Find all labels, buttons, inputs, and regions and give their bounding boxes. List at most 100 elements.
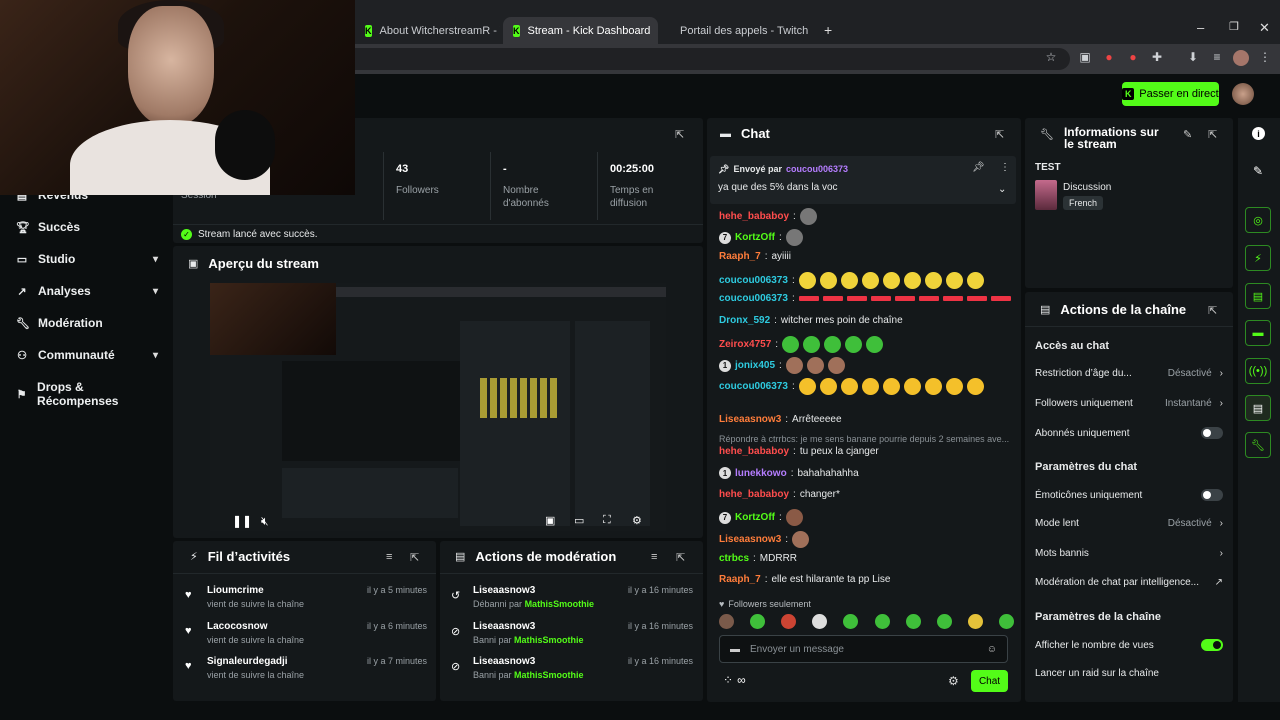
quick-emote-icon[interactable]: [905, 614, 921, 629]
profile-avatar-icon[interactable]: [1233, 50, 1249, 66]
chat-username[interactable]: Liseaasnow3: [719, 414, 781, 425]
popout-icon[interactable]: ⇱: [1208, 128, 1217, 141]
close-window-icon[interactable]: ✕: [1259, 20, 1270, 36]
quick-emote-icon[interactable]: [936, 614, 952, 629]
popout-icon[interactable]: ⇱: [410, 551, 419, 564]
quick-emote-icon[interactable]: [719, 614, 734, 629]
slow-mode-row[interactable]: Mode lent Désactivé ›: [1035, 518, 1223, 529]
infinity-icon[interactable]: ∞: [737, 673, 746, 687]
moderator-name[interactable]: MathisSmoothie: [514, 670, 584, 680]
activity-user[interactable]: Signaleurdegadji: [207, 656, 304, 667]
fullscreen-icon[interactable]: ⛶: [603, 514, 611, 527]
puzzle-icon[interactable]: ✚: [1149, 50, 1165, 66]
quick-emote-icon[interactable]: [874, 614, 890, 629]
chat-settings-gear-icon[interactable]: ⚙: [948, 674, 959, 688]
chat-username[interactable]: KortzOff: [735, 232, 775, 243]
info-icon[interactable]: i: [1252, 127, 1265, 140]
dots-icon[interactable]: ⁘: [723, 673, 733, 687]
sidebar-item-communaute[interactable]: ⚇ Communauté ▾: [16, 348, 158, 362]
show-views-toggle[interactable]: [1201, 639, 1223, 651]
browser-tab-twitch[interactable]: Portail des appels - Twitch ✕: [662, 17, 817, 44]
chat-username[interactable]: jonix405: [735, 360, 775, 371]
new-tab-button[interactable]: +: [824, 22, 832, 38]
media-icon[interactable]: ≡: [1209, 50, 1225, 66]
bookmark-star-icon[interactable]: ☆: [1043, 50, 1059, 66]
chat-username[interactable]: Raaph_7: [719, 574, 761, 585]
send-chat-button[interactable]: Chat: [971, 670, 1008, 692]
chat-username[interactable]: hehe_bababoy: [719, 446, 789, 457]
unpin-icon[interactable]: 📌︎: [972, 162, 985, 173]
rail-button-target[interactable]: ◎: [1245, 207, 1271, 233]
chat-username[interactable]: ctrbcs: [719, 553, 749, 564]
chat-username[interactable]: KortzOff: [735, 512, 775, 523]
subs-only-toggle[interactable]: [1201, 427, 1223, 439]
sidebar-item-studio[interactable]: ▭ Studio ▾: [16, 252, 158, 266]
theater-icon[interactable]: ▭: [574, 514, 584, 527]
ai-moderation-row[interactable]: Modération de chat par intelligence... ↗: [1035, 577, 1223, 588]
popout-icon[interactable]: ⇱: [676, 551, 685, 564]
pencil-icon[interactable]: ✎: [1253, 164, 1263, 178]
activity-user[interactable]: Lacocosnow: [207, 621, 304, 632]
chat-username[interactable]: Liseaasnow3: [719, 534, 781, 545]
quick-emote-icon[interactable]: [750, 614, 766, 629]
emotes-only-toggle[interactable]: [1201, 489, 1223, 501]
popout-icon[interactable]: ⇱: [1208, 304, 1217, 317]
browser-tab-witcher[interactable]: K About WitcherstreamR - Watch ✕: [355, 17, 500, 44]
moderator-name[interactable]: MathisSmoothie: [525, 599, 595, 609]
moderator-name[interactable]: MathisSmoothie: [514, 635, 584, 645]
reply-preview[interactable]: Répondre à ctrrbcs: je me sens banane po…: [719, 434, 1009, 444]
chat-username[interactable]: hehe_bababoy: [719, 489, 789, 500]
extension-icon[interactable]: ▣: [1077, 50, 1093, 66]
rail-button-wrench[interactable]: 🔧︎: [1245, 432, 1271, 458]
download-icon[interactable]: ⬇: [1185, 50, 1201, 66]
pip-icon[interactable]: ▣: [545, 514, 555, 527]
chat-username[interactable]: lunekkowo: [735, 468, 787, 479]
activity-user[interactable]: Lioumcrime: [207, 585, 304, 596]
extension-icon[interactable]: ●: [1125, 50, 1141, 66]
moderated-user[interactable]: Liseaasnow3: [473, 621, 584, 632]
go-live-button[interactable]: K Passer en direct: [1122, 82, 1219, 106]
popout-icon[interactable]: ⇱: [995, 128, 1004, 141]
followers-only-row[interactable]: Followers uniquement Instantané ›: [1035, 398, 1223, 409]
emoji-icon[interactable]: ☺: [987, 644, 997, 655]
close-tab-icon[interactable]: ✕: [816, 24, 817, 38]
chat-username[interactable]: hehe_bababoy: [719, 211, 789, 222]
chat-username[interactable]: coucou006373: [719, 293, 788, 304]
mute-icon[interactable]: 🔇︎: [261, 514, 269, 529]
category-name[interactable]: Discussion: [1063, 182, 1111, 193]
chat-input[interactable]: ▬ Envoyer un message ☺: [719, 635, 1008, 663]
edit-pencil-icon[interactable]: ✎: [1183, 128, 1192, 141]
stream-preview-video[interactable]: [210, 283, 666, 531]
chat-username[interactable]: Zeirox4757: [719, 339, 771, 350]
banned-words-row[interactable]: Mots bannis ›: [1035, 548, 1223, 559]
moderated-user[interactable]: Liseaasnow3: [473, 656, 584, 667]
moderated-user[interactable]: Liseaasnow3: [473, 585, 594, 596]
raid-row[interactable]: Lancer un raid sur la chaîne: [1035, 668, 1223, 679]
rail-button-bolt[interactable]: ⚡︎: [1245, 245, 1271, 271]
extension-icon[interactable]: ●: [1101, 50, 1117, 66]
quick-emote-icon[interactable]: [781, 614, 797, 629]
maximize-icon[interactable]: ❐: [1229, 20, 1239, 33]
rail-button-chat[interactable]: ▬: [1245, 320, 1271, 346]
kebab-menu-icon[interactable]: ⋮: [1000, 162, 1010, 173]
browser-tab-kick-dashboard[interactable]: K Stream - Kick Dashboard ✕: [503, 17, 658, 44]
popout-icon[interactable]: ⇱: [675, 128, 684, 141]
filter-icon[interactable]: ≡: [386, 551, 392, 563]
minimize-icon[interactable]: –: [1197, 20, 1204, 35]
sidebar-item-moderation[interactable]: 🔧︎ Modération: [16, 316, 158, 330]
chat-username[interactable]: coucou006373: [719, 381, 788, 392]
pause-icon[interactable]: ❚❚: [232, 514, 252, 528]
quick-emote-icon[interactable]: [967, 614, 983, 629]
chevron-down-icon[interactable]: ⌄: [998, 184, 1006, 195]
quick-emote-icon[interactable]: [843, 614, 859, 629]
filter-icon[interactable]: ≡: [651, 551, 657, 563]
sidebar-item-analyses[interactable]: ↗ Analyses ▾: [16, 284, 158, 298]
settings-gear-icon[interactable]: ⚙: [632, 514, 642, 527]
rail-button-broadcast[interactable]: ((•)): [1245, 358, 1271, 384]
sidebar-item-drops[interactable]: ⚑ Drops & Récompenses: [16, 380, 158, 408]
quick-emote-icon[interactable]: [812, 614, 828, 629]
chat-username[interactable]: Dronx_592: [719, 315, 770, 326]
chat-username[interactable]: coucou006373: [719, 275, 788, 286]
sidebar-item-succes[interactable]: 🏆︎ Succès: [16, 220, 158, 234]
chat-username[interactable]: Raaph_7: [719, 251, 761, 262]
